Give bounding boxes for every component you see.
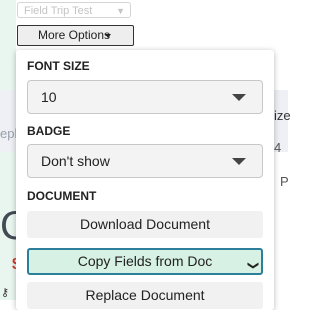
background-text-fragment: ize	[274, 108, 291, 123]
caret-down-icon	[105, 34, 111, 38]
download-document-button[interactable]: Download Document	[27, 211, 263, 238]
font-size-select[interactable]: 10	[27, 80, 263, 114]
replace-document-button[interactable]: Replace Document	[27, 282, 263, 309]
badge-select[interactable]: Don't show	[27, 144, 263, 178]
font-size-value: 10	[41, 89, 57, 105]
trip-select-value: Field Trip Test	[24, 5, 93, 17]
document-heading: DOCUMENT	[27, 189, 97, 203]
key-icon: ⚷	[1, 287, 10, 299]
badge-heading: BADGE	[27, 124, 71, 138]
chevron-down-icon: ▼	[116, 6, 125, 16]
chevron-down-icon: ❯	[246, 260, 259, 271]
copy-fields-button[interactable]: Copy Fields from Doc ❯	[27, 248, 263, 275]
chevron-down-icon	[232, 94, 246, 101]
more-options-label: More Options	[38, 28, 111, 42]
more-options-button[interactable]: More Options	[17, 25, 134, 46]
background-text-fragment: P	[280, 174, 289, 189]
font-size-heading: FONT SIZE	[27, 59, 90, 73]
copy-fields-label: Copy Fields from Doc	[77, 253, 213, 269]
download-document-label: Download Document	[80, 216, 210, 232]
background-text-fragment: epl	[0, 126, 18, 141]
background-text-fragment: 4	[274, 140, 282, 155]
chevron-down-icon	[232, 158, 246, 165]
replace-document-label: Replace Document	[85, 287, 205, 303]
more-options-panel: FONT SIZE 10 BADGE Don't show DOCUMENT D…	[16, 50, 274, 310]
trip-select[interactable]: Field Trip Test ▼	[17, 2, 131, 18]
badge-value: Don't show	[41, 153, 110, 169]
